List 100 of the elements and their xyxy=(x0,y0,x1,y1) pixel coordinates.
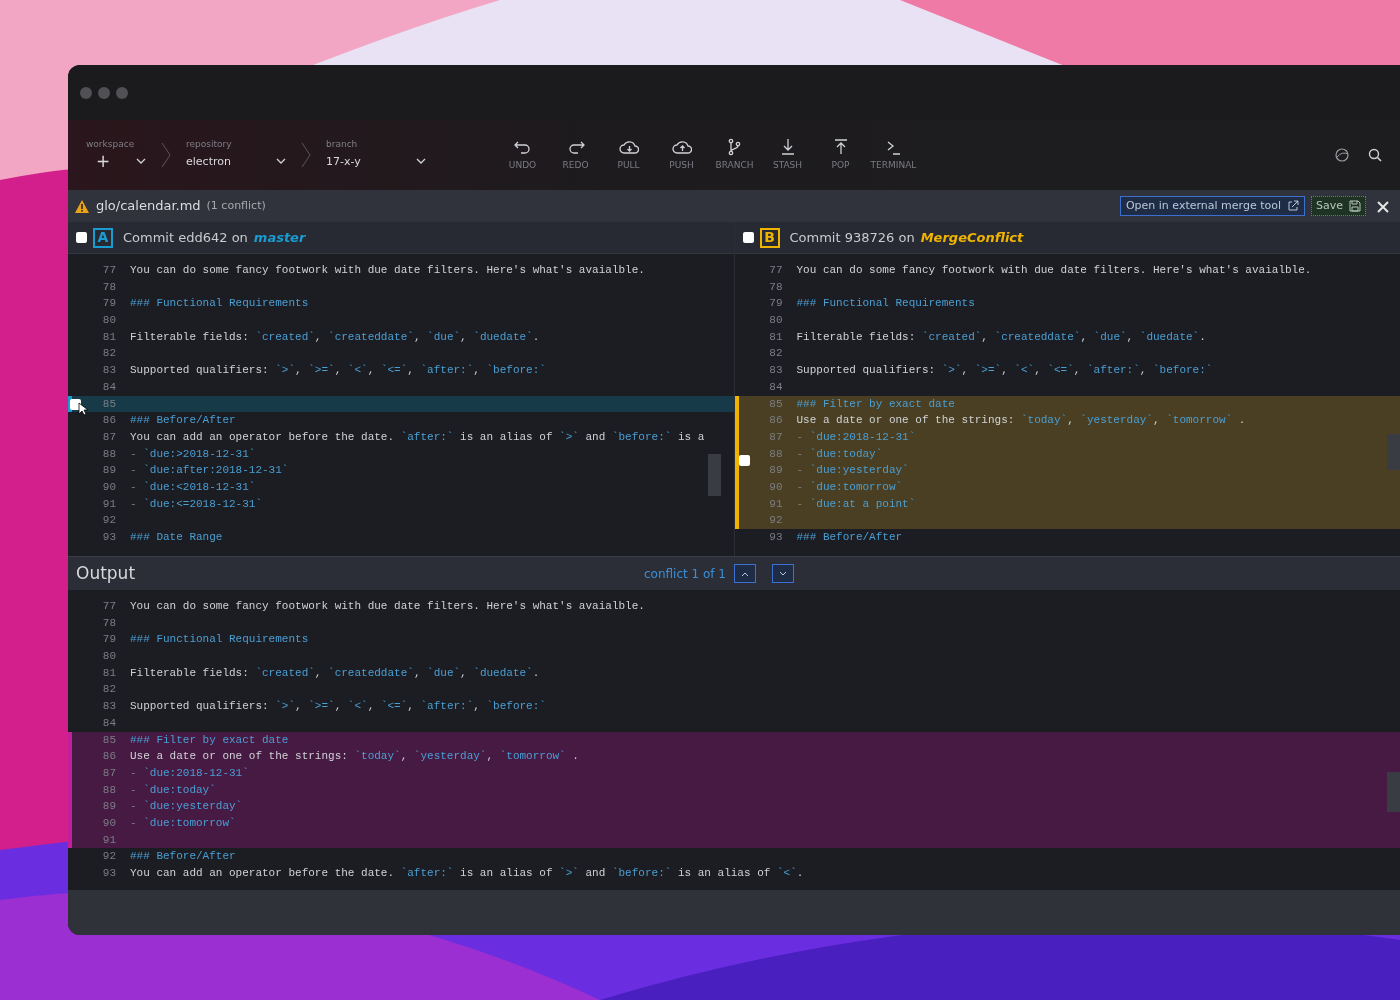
scrollbar-thumb[interactable] xyxy=(1387,434,1400,470)
toolbar-button[interactable]: TERMINAL xyxy=(867,137,920,173)
line-number: 90 xyxy=(101,815,116,831)
dropdown-button[interactable]: + xyxy=(86,151,146,173)
line-number: 83 xyxy=(101,363,116,379)
code-line: Supported qualifiers: `>`, `>=`, `<`, `<=`, `after:`, `before:` xyxy=(130,363,546,379)
line-number: 86 xyxy=(768,413,783,429)
line-number: 77 xyxy=(101,263,116,278)
file-path: glo/calendar.md xyxy=(96,197,201,216)
code-line: - `due:tomorrow` xyxy=(796,479,903,495)
line-number: 81 xyxy=(101,329,116,345)
code-line: Supported qualifiers: `>`, `>=`, `<`, `<=`, `after:`, `before:` xyxy=(130,699,546,715)
code-line: - `due:2018-12-31` xyxy=(130,765,249,781)
line-number: 77 xyxy=(768,263,783,278)
code-line: Supported qualifiers: `>`, `>=`, `<`, `<=`, `after:`, `before:` xyxy=(796,363,1213,379)
line-number: 93 xyxy=(101,530,116,545)
toolbar-button[interactable]: BRANCH xyxy=(708,137,761,173)
sync-icon xyxy=(1334,147,1350,163)
code-line: Use a date or one of the strings: `today`, `yesterday`, `tomorrow` . xyxy=(796,413,1246,429)
line-number: 81 xyxy=(101,665,116,681)
line-number: 81 xyxy=(768,329,783,345)
code-line: - `due:<=2018-12-31` xyxy=(130,496,263,512)
line-number: 79 xyxy=(101,296,116,312)
code-line: - `due:today` xyxy=(796,446,883,462)
code-line: You can do some fancy footwork with due date filters. Here's what's avaialble. xyxy=(130,599,645,614)
close-icon xyxy=(1376,199,1390,214)
code-line: ### Functional Requirements xyxy=(130,632,309,648)
line-number: 88 xyxy=(768,446,783,462)
checkbox[interactable] xyxy=(742,232,754,243)
scrollbar-thumb[interactable] xyxy=(707,454,721,496)
scrollbar-thumb[interactable] xyxy=(1387,772,1400,812)
line-number: 87 xyxy=(768,429,783,445)
window-control-icon[interactable] xyxy=(116,86,128,99)
commit-label: Commit 938726 on xyxy=(789,228,915,247)
toolbar-button[interactable]: PULL xyxy=(602,137,655,173)
code-line: ### Date Range xyxy=(130,530,223,545)
save-button[interactable]: Save xyxy=(1311,195,1366,217)
line-number: 90 xyxy=(768,479,783,495)
code-line: You can do some fancy footwork with due date filters. Here's what's avaialble. xyxy=(796,263,1312,278)
selector-label: branch xyxy=(326,138,359,151)
chevron-icon xyxy=(160,141,172,169)
previous-conflict-button[interactable] xyxy=(734,564,756,583)
hunk-checkbox[interactable] xyxy=(738,455,750,467)
line-number: 93 xyxy=(101,866,116,881)
code-line: Filterable fields: `created`, `createddate`, `due`, `duedate`. xyxy=(130,665,540,681)
code-line: - `due:tomorrow` xyxy=(130,815,236,831)
line-number: 93 xyxy=(768,530,783,545)
code-line: Filterable fields: `created`, `createddate`, `due`, `duedate`. xyxy=(796,329,1206,345)
line-number: 92 xyxy=(101,513,116,529)
code-line: ### Before/After xyxy=(130,413,236,429)
line-number: 91 xyxy=(101,496,116,512)
code-line: ### Filter by exact date xyxy=(130,732,289,748)
code-line: - `due:yesterday` xyxy=(796,463,909,479)
window-control-icon[interactable] xyxy=(80,86,92,99)
code-line: ### Functional Requirements xyxy=(130,296,309,312)
caret-icon xyxy=(416,158,426,166)
branch-name: MergeConflict xyxy=(920,228,1024,247)
chevron-icon xyxy=(300,141,312,169)
toolbar-button[interactable]: STASH xyxy=(761,137,814,173)
toolbar-button[interactable]: UNDO xyxy=(496,137,549,173)
checkbox[interactable] xyxy=(76,232,87,243)
conflict-counter: conflict 1 of 1 xyxy=(643,565,726,583)
line-number: 84 xyxy=(101,379,116,395)
window-control-icon[interactable] xyxy=(98,86,110,99)
caret-down-icon xyxy=(779,570,787,577)
line-number: 88 xyxy=(101,782,116,798)
line-number: 82 xyxy=(768,346,783,362)
toolbar-button[interactable]: REDO xyxy=(549,137,602,173)
code-line: ### Before/After xyxy=(130,849,236,865)
warning-icon xyxy=(74,198,90,214)
dropdown-button[interactable]: 17-x-y xyxy=(326,151,426,172)
next-conflict-button[interactable] xyxy=(772,564,794,583)
code-line: - `due:>2018-12-31` xyxy=(130,446,256,462)
toolbar-button[interactable]: PUSH xyxy=(655,137,708,173)
line-number: 92 xyxy=(768,513,783,529)
line-number: 78 xyxy=(101,279,116,295)
line-number: 84 xyxy=(768,379,783,395)
line-number: 89 xyxy=(101,799,116,815)
version-letter: A xyxy=(93,227,113,248)
code-line: - `due:<2018-12-31` xyxy=(130,479,256,495)
external-merge-button[interactable]: Open in external merge tool xyxy=(1119,195,1305,217)
code-line: You can add an operator before the date. `after:` is an alias of `>` and `before:` is a xyxy=(130,429,705,445)
line-number: 77 xyxy=(101,599,116,614)
line-number: 89 xyxy=(101,463,116,479)
line-number: 90 xyxy=(101,479,116,495)
line-number: 82 xyxy=(101,346,116,362)
version-letter: B xyxy=(759,227,780,248)
search-icon xyxy=(1368,148,1382,162)
code-line: You can add an operator before the date. `after:` is an alias of `>` and `before:` is an alias of `<`. xyxy=(130,866,804,881)
mouse-pointer-icon xyxy=(78,401,89,416)
line-number: 84 xyxy=(101,715,116,731)
code-line: ### Filter by exact date xyxy=(796,396,955,412)
code-line: - `due:yesterday` xyxy=(130,799,243,815)
output-title: Output xyxy=(76,561,136,585)
dropdown-button[interactable]: electron xyxy=(186,151,286,172)
code-line: - `due:after:2018-12-31` xyxy=(130,463,289,479)
toolbar-button[interactable]: POP xyxy=(814,137,867,173)
line-number: 88 xyxy=(101,446,116,462)
code-line: Use a date or one of the strings: `today`, `yesterday`, `tomorrow` . xyxy=(130,749,579,765)
line-number: 91 xyxy=(101,832,116,848)
